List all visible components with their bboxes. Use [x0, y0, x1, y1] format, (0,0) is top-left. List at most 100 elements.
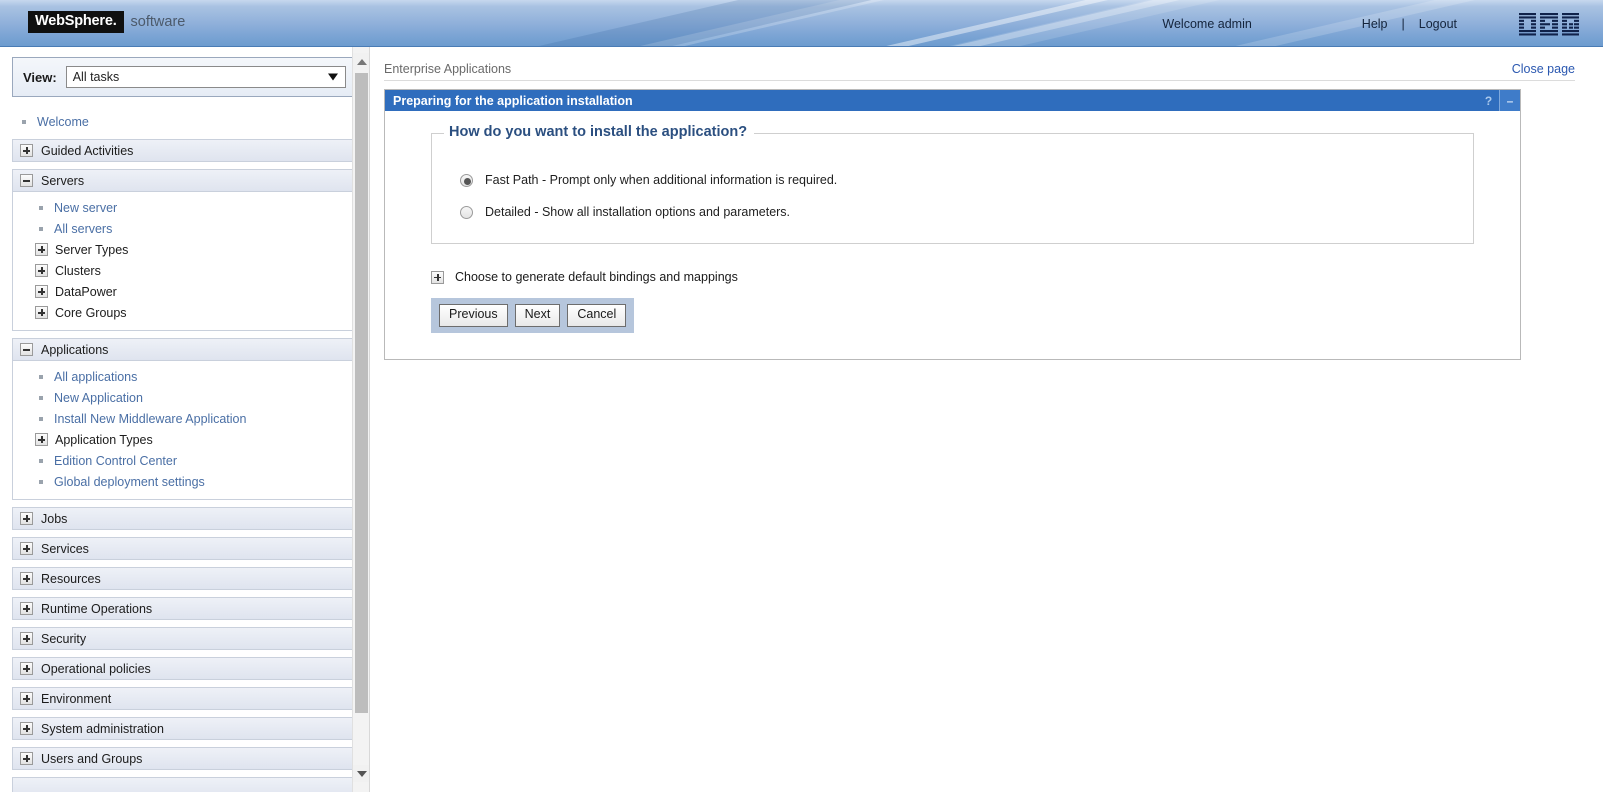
help-link[interactable]: Help: [1362, 17, 1388, 31]
sidebar-section-jobs[interactable]: Jobs: [12, 507, 357, 530]
sidebar-item-label: Application Types: [55, 432, 153, 447]
plus-icon[interactable]: [35, 264, 48, 277]
main-content: Enterprise Applications Close page Prepa…: [370, 47, 1603, 792]
plus-icon[interactable]: [35, 306, 48, 319]
next-button[interactable]: Next: [514, 304, 561, 327]
sidebar-item-datapower[interactable]: DataPower: [13, 281, 356, 302]
sidebar-section-environment[interactable]: Environment: [12, 687, 357, 710]
sidebar-link-install-new-middleware[interactable]: Install New Middleware Application: [54, 412, 246, 426]
sidebar-section-runtime-operations[interactable]: Runtime Operations: [12, 597, 357, 620]
previous-button[interactable]: Previous: [439, 304, 508, 327]
fieldset-legend: How do you want to install the applicati…: [444, 124, 755, 140]
sidebar-section-label: Runtime Operations: [41, 601, 153, 616]
option-detailed[interactable]: Detailed - Show all installation options…: [460, 199, 1457, 225]
plus-icon[interactable]: [431, 270, 444, 284]
sidebar-section-label: Environment: [41, 691, 112, 706]
triangle-up-icon: [356, 58, 367, 65]
plus-icon[interactable]: [20, 512, 33, 525]
scroll-down-arrow-icon[interactable]: [353, 765, 369, 782]
plus-icon[interactable]: [20, 542, 33, 555]
sidebar-link-welcome[interactable]: Welcome: [37, 115, 89, 129]
sidebar-section-operational-policies[interactable]: Operational policies: [12, 657, 357, 680]
sidebar-link-new-server[interactable]: New server: [54, 201, 117, 215]
sidebar-item-server-types[interactable]: Server Types: [13, 239, 356, 260]
sidebar-link-all-applications[interactable]: All applications: [54, 370, 137, 384]
sidebar-section-security[interactable]: Security: [12, 627, 357, 650]
sidebar-item-application-types[interactable]: Application Types: [13, 429, 356, 450]
sidebar-item-global-deployment-settings[interactable]: Global deployment settings: [13, 471, 356, 492]
minus-icon[interactable]: [20, 343, 33, 356]
chevron-down-icon: [328, 73, 338, 81]
banner-user-area: Welcome admin Help | Logout: [1162, 0, 1603, 46]
sidebar-item-label: DataPower: [55, 284, 117, 299]
bullet-icon: [39, 374, 43, 379]
help-icon[interactable]: ?: [1478, 90, 1499, 111]
websphere-wordmark: WebSphere.: [28, 11, 124, 33]
sidebar-section-label: Users and Groups: [41, 751, 143, 766]
sidebar-section-applications[interactable]: Applications: [12, 338, 357, 361]
software-label: software: [130, 13, 186, 30]
sidebar-section-system-administration[interactable]: System administration: [12, 717, 357, 740]
option-label: Fast Path - Prompt only when additional …: [485, 173, 838, 187]
view-dropdown[interactable]: All tasks: [65, 66, 346, 88]
portlet-body: How do you want to install the applicati…: [385, 111, 1520, 359]
plus-icon[interactable]: [35, 433, 48, 446]
plus-icon[interactable]: [20, 692, 33, 705]
sidebar-link-global-deployment-settings[interactable]: Global deployment settings: [54, 475, 205, 489]
sidebar-item-all-servers[interactable]: All servers: [13, 218, 356, 239]
sidebar-section-servers[interactable]: Servers: [12, 169, 357, 192]
portlet-title-text: Preparing for the application installati…: [393, 93, 633, 108]
sidebar-item-welcome[interactable]: Welcome: [12, 111, 357, 132]
breadcrumb: Enterprise Applications: [384, 62, 512, 76]
plus-icon[interactable]: [20, 662, 33, 675]
sidebar-section-label: Operational policies: [41, 661, 151, 676]
minimize-icon[interactable]: –: [1499, 90, 1520, 111]
plus-icon[interactable]: [20, 572, 33, 585]
sidebar-item-label: Core Groups: [55, 305, 127, 320]
install-options-fieldset: How do you want to install the applicati…: [431, 124, 1474, 244]
sidebar-section-label: Guided Activities: [41, 143, 134, 158]
option-fast-path[interactable]: Fast Path - Prompt only when additional …: [460, 167, 1457, 193]
sidebar-item-core-groups[interactable]: Core Groups: [13, 302, 356, 323]
plus-icon[interactable]: [20, 752, 33, 765]
bullet-icon: [22, 119, 26, 124]
sidebar-section-resources[interactable]: Resources: [12, 567, 357, 590]
sidebar-item-new-application[interactable]: New Application: [13, 387, 356, 408]
plus-icon[interactable]: [20, 722, 33, 735]
minus-icon[interactable]: [20, 174, 33, 187]
sidebar-section-guided-activities[interactable]: Guided Activities: [12, 139, 357, 162]
sidebar-section-partial[interactable]: [12, 777, 357, 792]
close-page-link[interactable]: Close page: [1512, 62, 1575, 76]
bindings-expander-row[interactable]: Choose to generate default bindings and …: [431, 270, 1498, 284]
sidebar-link-new-application[interactable]: New Application: [54, 391, 143, 405]
radio-detailed[interactable]: [460, 205, 473, 219]
radio-fast-path[interactable]: [460, 173, 473, 187]
scroll-up-arrow-icon[interactable]: [353, 53, 369, 70]
sidebar-section-services[interactable]: Services: [12, 537, 357, 560]
plus-icon[interactable]: [20, 632, 33, 645]
sidebar-link-all-servers[interactable]: All servers: [54, 222, 112, 236]
sidebar-item-new-server[interactable]: New server: [13, 197, 356, 218]
sidebar-subgroup-applications: All applications New Application Install…: [12, 361, 357, 500]
sidebar-scrollbar[interactable]: [352, 47, 369, 792]
sidebar-section-users-and-groups[interactable]: Users and Groups: [12, 747, 357, 770]
sidebar-section-label: Applications: [41, 342, 109, 357]
plus-icon[interactable]: [20, 144, 33, 157]
triangle-down-icon: [356, 770, 367, 777]
scrollbar-thumb[interactable]: [355, 73, 368, 713]
sidebar-link-edition-control-center[interactable]: Edition Control Center: [54, 454, 177, 468]
plus-icon[interactable]: [20, 602, 33, 615]
cancel-button[interactable]: Cancel: [567, 304, 627, 327]
ibm-logo-icon: [1519, 12, 1581, 36]
plus-icon[interactable]: [35, 243, 48, 256]
sidebar-item-all-applications[interactable]: All applications: [13, 366, 356, 387]
sidebar-item-clusters[interactable]: Clusters: [13, 260, 356, 281]
sidebar-item-edition-control-center[interactable]: Edition Control Center: [13, 450, 356, 471]
bullet-icon: [39, 226, 43, 231]
sidebar-item-install-new-middleware-application[interactable]: Install New Middleware Application: [13, 408, 356, 429]
logout-link[interactable]: Logout: [1419, 17, 1457, 31]
banner-separator: |: [1401, 16, 1405, 31]
portlet-title-bar: Preparing for the application installati…: [385, 90, 1520, 111]
plus-icon[interactable]: [35, 285, 48, 298]
wizard-button-bar: Previous Next Cancel: [431, 298, 635, 333]
